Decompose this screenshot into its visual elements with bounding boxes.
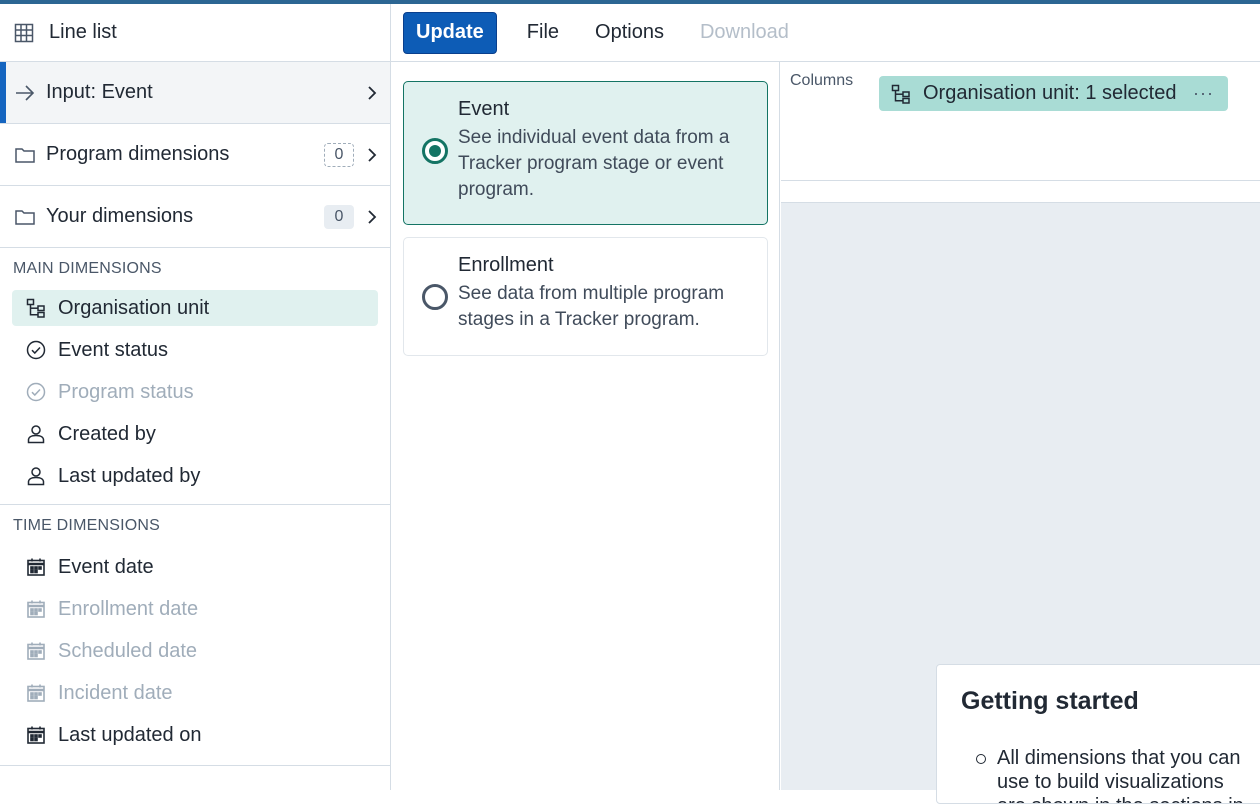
calendar-icon — [27, 642, 45, 660]
time-dimensions-title: TIME DIMENSIONS — [13, 517, 161, 534]
user-icon — [27, 425, 45, 444]
dimension-label: Program status — [58, 380, 194, 403]
program-dimensions-count: 0 — [324, 142, 354, 167]
accordion-your-dimensions-label: Your dimensions — [46, 205, 194, 227]
visualization-canvas: Getting started All dimensions that you … — [781, 203, 1260, 804]
visualization-type-label: Line list — [49, 21, 117, 43]
dimension-chip-organisation-unit[interactable]: Organisation unit: 1 selected ··· — [879, 76, 1228, 111]
dimension-label: Incident date — [58, 681, 173, 704]
dimension-program-status[interactable]: Program status — [12, 374, 378, 410]
time-dimensions-list: Event date Enrollment date Scheduled dat… — [0, 549, 390, 753]
dimension-scheduled-date[interactable]: Scheduled date — [12, 633, 378, 669]
dimension-created-by[interactable]: Created by — [12, 416, 378, 452]
input-option-title: Enrollment — [458, 254, 554, 276]
arrow-right-icon — [16, 84, 35, 101]
input-option-description: See individual event data from a Tracker… — [458, 127, 730, 200]
folder-icon — [15, 147, 35, 163]
layout-columns: Columns Organisation unit: 1 selected ··… — [781, 62, 1260, 181]
main-dimensions-list: Organisation unit Event status Program s… — [0, 290, 390, 494]
calendar-icon — [27, 600, 45, 618]
input-option-event[interactable]: Event See individual event data from a T… — [403, 81, 768, 225]
dimension-label: Event status — [58, 338, 169, 361]
input-option-description: See data from multiple program stages in… — [458, 283, 725, 330]
chip-label: Organisation unit: 1 selected — [923, 82, 1177, 104]
layout-filter-area — [781, 181, 1260, 203]
divider — [0, 765, 390, 766]
sidebar: Line list Input: Event Program dimension… — [0, 4, 391, 790]
dimension-label: Organisation unit — [58, 296, 210, 319]
dimension-incident-date[interactable]: Incident date — [12, 675, 378, 711]
dimension-last-updated-on[interactable]: Last updated on — [12, 717, 378, 753]
file-menu[interactable]: File — [527, 21, 559, 44]
accordion-program-dimensions-label: Program dimensions — [46, 143, 230, 165]
input-option-title: Event — [458, 98, 510, 120]
dimension-enrollment-date[interactable]: Enrollment date — [12, 591, 378, 627]
visualization-type-selector[interactable]: Line list — [0, 4, 390, 62]
menu-bar: Update File Options Download — [391, 4, 1260, 62]
accordion-input[interactable]: Input: Event — [0, 62, 390, 124]
folder-icon — [15, 209, 35, 225]
accordion-program-dimensions[interactable]: Program dimensions 0 — [0, 124, 390, 186]
check-circle-icon — [26, 382, 46, 402]
calendar-icon — [27, 684, 45, 702]
getting-started-card: Getting started All dimensions that you … — [936, 664, 1260, 804]
getting-started-title: Getting started — [961, 687, 1139, 715]
update-button[interactable]: Update — [403, 11, 497, 54]
dimension-label: Last updated on — [58, 723, 202, 746]
dimension-label: Scheduled date — [58, 639, 198, 662]
dimension-organisation-unit[interactable]: Organisation unit — [12, 290, 378, 326]
getting-started-bullet: All dimensions that you can use to build… — [961, 746, 1251, 803]
dimension-last-updated-by[interactable]: Last updated by — [12, 458, 378, 494]
chevron-right-icon — [368, 147, 377, 162]
check-circle-icon — [26, 340, 46, 360]
more-options-icon[interactable]: ··· — [1193, 83, 1214, 104]
input-option-enrollment[interactable]: Enrollment See data from multiple progra… — [403, 237, 768, 356]
download-menu[interactable]: Download — [700, 21, 789, 44]
radio-event[interactable] — [422, 138, 448, 164]
radio-enrollment[interactable] — [422, 284, 448, 310]
input-panel: Event See individual event data from a T… — [391, 62, 780, 790]
dimension-label: Created by — [58, 422, 156, 445]
user-icon — [27, 467, 45, 486]
accordion-your-dimensions[interactable]: Your dimensions 0 — [0, 186, 390, 248]
calendar-icon — [27, 558, 45, 576]
calendar-icon — [27, 726, 45, 744]
dimension-label: Event date — [58, 555, 154, 578]
table-icon — [14, 23, 34, 42]
dimension-label: Last updated by — [58, 464, 201, 487]
options-menu[interactable]: Options — [595, 21, 664, 44]
dimension-event-status[interactable]: Event status — [12, 332, 378, 368]
getting-started-list: All dimensions that you can use to build… — [961, 746, 1251, 803]
columns-label: Columns — [790, 72, 854, 89]
org-tree-icon — [891, 84, 910, 104]
your-dimensions-count: 0 — [324, 204, 354, 229]
dimension-label: Enrollment date — [58, 597, 199, 620]
main-dimensions-title: MAIN DIMENSIONS — [13, 260, 162, 277]
chevron-right-icon — [368, 85, 377, 100]
dimension-event-date[interactable]: Event date — [12, 549, 378, 585]
accordion-input-label: Input: Event — [46, 81, 153, 103]
chevron-right-icon — [368, 209, 377, 224]
org-tree-icon — [26, 298, 45, 318]
